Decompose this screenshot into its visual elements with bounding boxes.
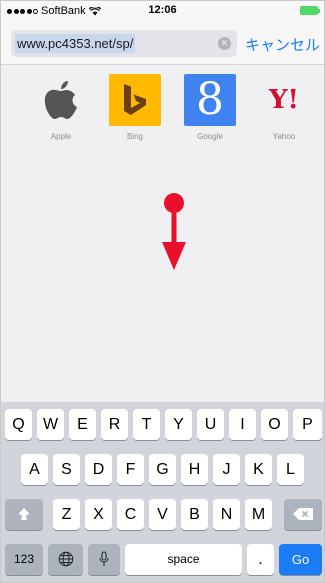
address-bar: www.pc4353.net/sp/ ✕ キャンセル — [1, 21, 324, 65]
shift-arrow-icon — [18, 508, 30, 520]
globe-icon — [58, 551, 73, 567]
apple-logo-icon — [35, 74, 87, 126]
favorite-google[interactable]: 8 Google — [180, 74, 240, 141]
clear-text-icon[interactable]: ✕ — [218, 37, 231, 50]
favorite-label: Bing — [126, 132, 143, 141]
status-bar: SoftBank 12:06 — [1, 1, 324, 21]
keyboard-row-2: A S D F G H J K L — [1, 454, 324, 485]
google-logo-icon: 8 — [184, 74, 236, 126]
dictation-key[interactable] — [88, 544, 120, 575]
microphone-icon — [99, 551, 109, 566]
key-r[interactable]: R — [101, 409, 128, 440]
bing-logo-icon — [109, 74, 161, 126]
period-key[interactable]: . — [247, 544, 274, 575]
key-o[interactable]: O — [261, 409, 288, 440]
keyboard-row-1: Q W E R T Y U I O P — [1, 409, 324, 440]
clock: 12:06 — [148, 4, 177, 16]
key-l[interactable]: L — [277, 454, 304, 485]
yahoo-logo-icon: Y! — [258, 74, 310, 126]
key-d[interactable]: D — [85, 454, 112, 485]
key-t[interactable]: T — [133, 409, 160, 440]
favorite-yahoo[interactable]: Y! Yahoo — [254, 74, 314, 141]
delete-key[interactable] — [284, 499, 322, 530]
key-c[interactable]: C — [117, 499, 144, 530]
numbers-key[interactable]: 123 — [5, 544, 43, 575]
key-v[interactable]: V — [149, 499, 176, 530]
backspace-icon — [293, 508, 313, 520]
shift-key[interactable] — [5, 499, 43, 530]
key-b[interactable]: B — [181, 499, 208, 530]
favorite-label: Yahoo — [272, 132, 296, 141]
favorite-label: Apple — [50, 132, 72, 141]
url-field[interactable]: www.pc4353.net/sp/ ✕ — [11, 30, 237, 57]
favorite-apple[interactable]: Apple — [31, 74, 91, 141]
red-arrow-down-icon — [162, 193, 186, 270]
key-p[interactable]: P — [293, 409, 322, 440]
favorite-bing[interactable]: Bing — [105, 74, 165, 141]
key-j[interactable]: J — [213, 454, 240, 485]
key-e[interactable]: E — [69, 409, 96, 440]
keyboard-row-3: Z X C V B N M — [1, 499, 324, 530]
key-a[interactable]: A — [21, 454, 48, 485]
key-n[interactable]: N — [213, 499, 240, 530]
key-w[interactable]: W — [37, 409, 64, 440]
keyboard-row-4: 123 space . Go — [1, 544, 324, 575]
keyboard: Q W E R T Y U I O P A S D F G H J K L Z … — [1, 402, 324, 582]
key-g[interactable]: G — [149, 454, 176, 485]
browser-screen: SoftBank 12:06 www.pc4353.net/sp/ ✕ キャンセ… — [0, 0, 325, 583]
key-u[interactable]: U — [197, 409, 224, 440]
key-x[interactable]: X — [85, 499, 112, 530]
key-k[interactable]: K — [245, 454, 272, 485]
url-text[interactable]: www.pc4353.net/sp/ — [15, 34, 136, 53]
go-button[interactable]: Go — [279, 544, 322, 575]
key-h[interactable]: H — [181, 454, 208, 485]
key-f[interactable]: F — [117, 454, 144, 485]
key-i[interactable]: I — [229, 409, 256, 440]
key-m[interactable]: M — [245, 499, 272, 530]
cancel-button[interactable]: キャンセル — [245, 34, 320, 55]
space-key[interactable]: space — [125, 544, 242, 575]
key-y[interactable]: Y — [165, 409, 192, 440]
battery-icon — [300, 6, 320, 15]
globe-key[interactable] — [48, 544, 83, 575]
key-s[interactable]: S — [53, 454, 80, 485]
favorite-label: Google — [197, 132, 223, 141]
key-z[interactable]: Z — [53, 499, 80, 530]
key-q[interactable]: Q — [5, 409, 32, 440]
